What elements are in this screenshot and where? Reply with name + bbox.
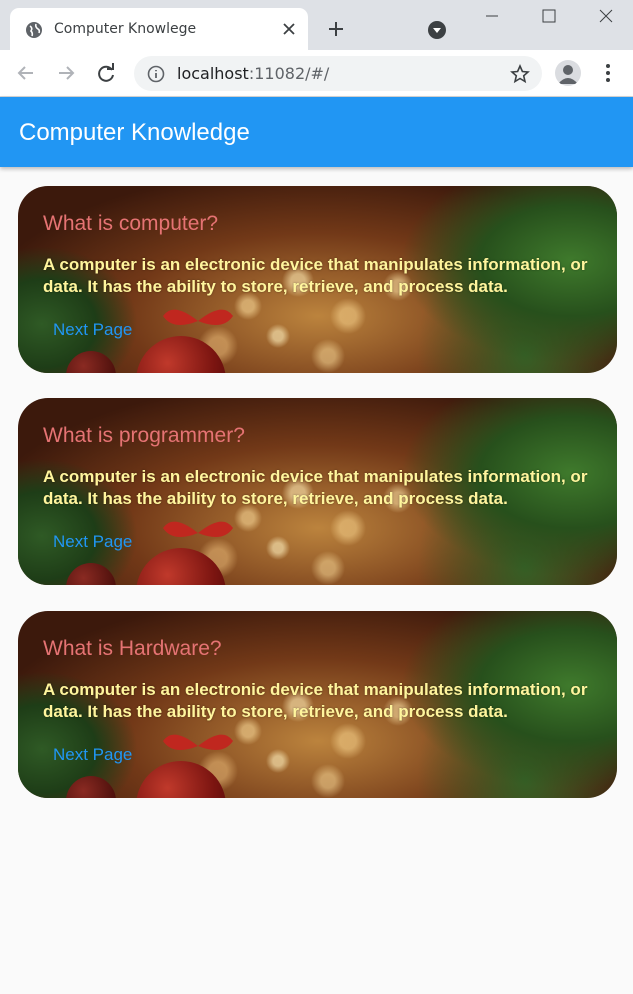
bookmark-star-icon[interactable]: [510, 64, 530, 84]
next-page-link[interactable]: Next Page: [53, 532, 132, 552]
url-host: localhost: [177, 64, 249, 83]
person-icon: [558, 65, 578, 84]
tab-title: Computer Knowlege: [54, 21, 197, 37]
profile-avatar[interactable]: [555, 60, 581, 86]
url-path: :11082/#/: [248, 64, 330, 83]
app-title: Computer Knowledge: [19, 119, 250, 146]
info-icon[interactable]: [147, 65, 165, 83]
card-title: What is computer?: [43, 212, 219, 235]
url-text[interactable]: localhost:11082/#/: [177, 64, 329, 83]
card-body: A computer is an electronic device that …: [43, 467, 588, 508]
close-icon[interactable]: [280, 20, 298, 38]
card-hardware: What is Hardware? A computer is an elect…: [18, 611, 617, 798]
next-page-link[interactable]: Next Page: [53, 745, 132, 765]
app-bar: Computer Knowledge: [0, 97, 633, 167]
more-menu-icon[interactable]: [598, 62, 618, 84]
ribbon-bow-icon: [163, 309, 233, 325]
card-body: A computer is an electronic device that …: [43, 255, 588, 296]
globe-icon: [26, 22, 42, 38]
new-tab-icon[interactable]: [326, 19, 346, 39]
ribbon-bow-icon: [163, 521, 233, 537]
window-close-icon[interactable]: [594, 6, 618, 26]
ribbon-bow-icon: [163, 734, 233, 750]
next-page-link[interactable]: Next Page: [53, 320, 132, 340]
reload-icon[interactable]: [95, 62, 117, 84]
card-title: What is programmer?: [43, 424, 245, 447]
tab-search-icon[interactable]: [427, 20, 447, 40]
browser-tab[interactable]: Computer Knowlege: [10, 8, 308, 50]
ornament-image: [136, 336, 226, 373]
card-body: A computer is an electronic device that …: [43, 680, 588, 721]
card-programmer: What is programmer? A computer is an ele…: [18, 398, 617, 585]
maximize-icon[interactable]: [537, 6, 561, 26]
card-computer: What is computer? A computer is an elect…: [18, 186, 617, 373]
ornament-image: [136, 761, 226, 798]
forward-arrow-icon[interactable]: [55, 62, 77, 84]
browser-toolbar: localhost:11082/#/: [0, 50, 633, 97]
minimize-icon[interactable]: [480, 6, 504, 26]
back-arrow-icon[interactable]: [15, 62, 37, 84]
browser-tabstrip: Computer Knowlege: [0, 0, 633, 50]
card-title: What is Hardware?: [43, 637, 222, 660]
address-bar[interactable]: localhost:11082/#/: [134, 56, 542, 91]
ornament-image: [136, 548, 226, 585]
